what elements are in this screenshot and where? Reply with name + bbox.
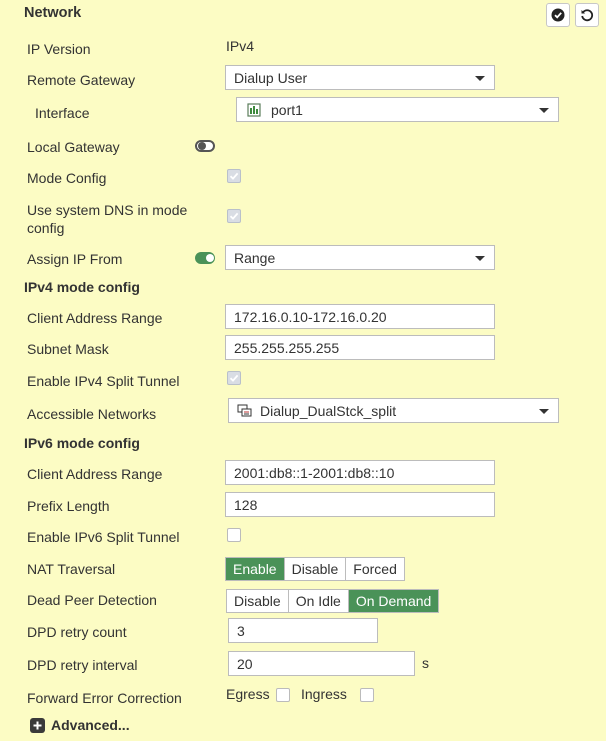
plus-square-icon [30,717,45,733]
ip-version-value: IPv4 [226,38,255,54]
advanced-expander[interactable]: Advanced... [30,717,130,733]
nat-traversal-enable-option[interactable]: Enable [226,558,285,580]
ipv4-split-tunnel-label: Enable IPv4 Split Tunnel [27,373,180,389]
interface-label: Interface [35,105,90,121]
chevron-down-icon [475,256,485,261]
ipv6-client-range-input[interactable]: 2001:db8::1-2001:db8::10 [225,460,495,485]
revert-button[interactable] [575,3,599,27]
mode-config-checkbox[interactable] [227,169,241,183]
dpd-on-demand-option[interactable]: On Demand [348,590,439,612]
ip-version-label: IP Version [27,41,91,57]
chevron-down-icon [539,108,549,113]
dead-peer-detection-label: Dead Peer Detection [27,592,157,608]
dpd-disable-option[interactable]: Disable [227,590,289,612]
address-group-icon [237,404,252,416]
fec-label: Forward Error Correction [27,690,182,706]
nat-traversal-label: NAT Traversal [27,561,116,577]
dpd-retry-count-label: DPD retry count [27,624,127,640]
fec-ingress-checkbox[interactable] [360,688,374,702]
dpd-on-idle-option[interactable]: On Idle [289,590,349,612]
dpd-retry-interval-label: DPD retry interval [27,657,138,673]
ipv4-client-range-label: Client Address Range [27,310,163,326]
remote-gateway-label: Remote Gateway [27,72,136,88]
assign-ip-from-toggle[interactable] [195,252,215,264]
chevron-down-icon [539,409,549,414]
checkmark-icon [229,374,239,382]
nat-traversal-forced-option[interactable]: Forced [346,558,404,580]
fec-ingress-label: Ingress [301,686,347,702]
ipv6-client-range-label: Client Address Range [27,466,163,482]
accessible-networks-value: Dialup_DualStck_split [260,402,397,419]
undo-icon [581,9,594,22]
interface-select[interactable]: port1 [236,97,559,122]
dead-peer-detection-segmented: Disable On Idle On Demand [226,589,440,613]
use-system-dns-label-line1: Use system DNS in mode [27,202,188,218]
ipv6-section-heading: IPv6 mode config [24,435,140,451]
nat-traversal-segmented: Enable Disable Forced [225,557,405,581]
assign-ip-from-value: Range [234,249,276,266]
ipv4-client-range-input[interactable]: 172.16.0.10-172.16.0.20 [225,304,495,329]
local-gateway-label: Local Gateway [27,139,120,155]
fec-egress-checkbox[interactable] [276,688,290,702]
checkmark-icon [229,172,239,180]
assign-ip-from-label: Assign IP From [27,251,123,267]
ipv4-split-tunnel-checkbox[interactable] [227,371,241,385]
mode-config-label: Mode Config [27,170,107,186]
checkmark-icon [229,212,239,220]
fec-egress-label: Egress [226,686,270,702]
ipv6-split-tunnel-label: Enable IPv6 Split Tunnel [27,529,180,545]
subnet-mask-label: Subnet Mask [27,341,109,357]
assign-ip-from-select[interactable]: Range [225,245,495,270]
apply-button[interactable] [546,3,570,27]
remote-gateway-select[interactable]: Dialup User [225,65,495,90]
remote-gateway-value: Dialup User [234,69,308,86]
section-title-network: Network [24,5,82,21]
local-gateway-toggle[interactable] [195,140,215,152]
subnet-mask-input[interactable]: 255.255.255.255 [225,335,495,360]
dpd-retry-count-input[interactable]: 3 [228,618,378,643]
ipv4-section-heading: IPv4 mode config [24,279,140,295]
check-circle-icon [551,8,565,22]
interface-value: port1 [271,101,303,118]
use-system-dns-checkbox[interactable] [227,209,241,223]
prefix-length-label: Prefix Length [27,498,110,514]
use-system-dns-label: Use system DNS in mode config [27,201,187,237]
accessible-networks-label: Accessible Networks [27,406,157,422]
network-port-icon [247,102,261,117]
dpd-retry-interval-unit: s [422,655,429,671]
use-system-dns-label-line2: config [27,220,65,236]
prefix-length-input[interactable]: 128 [225,492,495,517]
advanced-label: Advanced... [51,717,130,733]
nat-traversal-disable-option[interactable]: Disable [285,558,347,580]
accessible-networks-select[interactable]: Dialup_DualStck_split [228,398,559,423]
ipv6-split-tunnel-checkbox[interactable] [227,528,241,542]
dpd-retry-interval-input[interactable]: 20 [228,651,415,676]
chevron-down-icon [475,76,485,81]
